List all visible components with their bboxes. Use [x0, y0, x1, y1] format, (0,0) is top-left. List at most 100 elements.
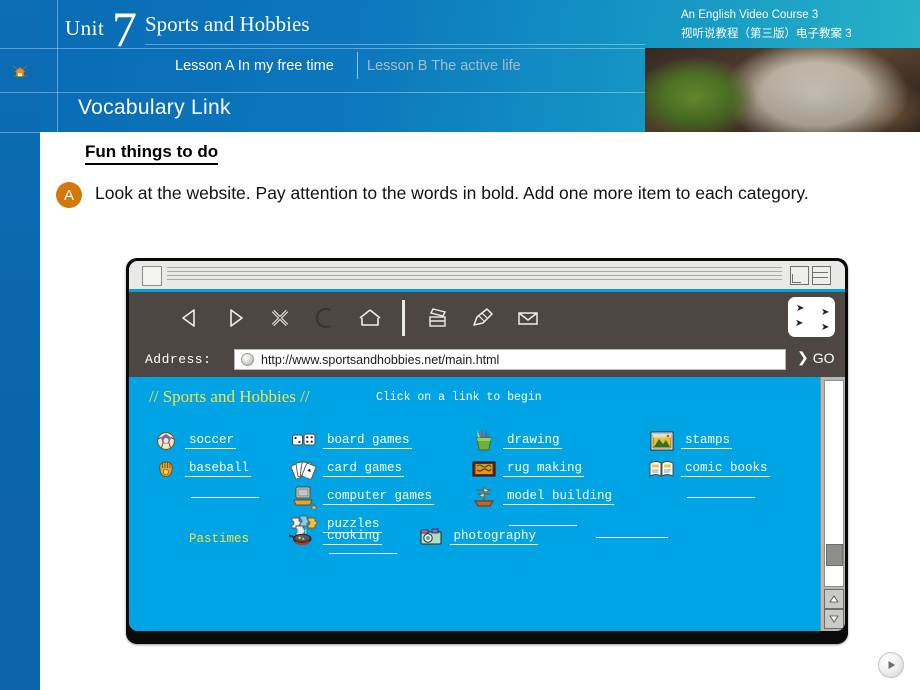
course-title-en: An English Video Course 3: [681, 9, 819, 21]
tab-lesson-a[interactable]: Lesson A In my free time: [175, 58, 334, 74]
dice-icon: [289, 429, 319, 453]
toolbar-separator: [402, 300, 405, 336]
browser-titlebar[interactable]: [129, 261, 845, 289]
model-ship-icon: [469, 485, 499, 509]
pastimes-label: Pastimes: [189, 532, 250, 546]
titlebar-stripes: [167, 267, 782, 283]
camera-icon: [416, 525, 446, 549]
mail-icon[interactable]: [505, 298, 550, 338]
list-item[interactable]: comic books: [647, 455, 822, 483]
home-icon[interactable]: [10, 62, 30, 82]
print-icon[interactable]: [415, 298, 460, 338]
list-item[interactable]: baseball: [151, 455, 296, 483]
answer-blank[interactable]: [329, 552, 397, 554]
go-label: GO: [812, 349, 835, 366]
tab-lesson-b[interactable]: Lesson B The active life: [367, 58, 521, 74]
page-scrollbar[interactable]: [820, 377, 845, 631]
list-item[interactable]: model building: [469, 483, 649, 511]
unit-number: 7: [112, 1, 137, 57]
colored-pencils-icon: [469, 429, 499, 453]
link-column-sports: soccer baseball: [151, 427, 296, 511]
link-label[interactable]: cooking: [323, 529, 382, 545]
link-label[interactable]: stamps: [681, 433, 733, 449]
toolbar-icon-group: [167, 298, 550, 338]
list-item[interactable]: stamps: [647, 427, 822, 455]
reload-icon[interactable]: [302, 298, 347, 338]
unit-word: Unit: [65, 16, 105, 40]
frying-pan-icon: [289, 525, 319, 549]
minimize-icon[interactable]: [790, 266, 809, 285]
back-icon[interactable]: [167, 298, 212, 338]
resize-pad[interactable]: ➤ ➤ ➤ ➤: [788, 297, 835, 337]
link-label[interactable]: computer games: [323, 489, 435, 505]
scrollbar-thumb[interactable]: [826, 544, 843, 566]
left-rail: [0, 0, 40, 690]
address-input[interactable]: http://www.sportsandhobbies.net/main.htm…: [234, 349, 786, 370]
list-item[interactable]: drawing: [469, 427, 649, 455]
maximize-icon[interactable]: [812, 266, 831, 285]
home-icon[interactable]: [347, 298, 392, 338]
site-hint: Click on a link to begin: [376, 391, 542, 404]
scroll-up-icon[interactable]: [824, 589, 844, 609]
go-button[interactable]: ❯ GO: [797, 349, 835, 366]
link-column-crafts: drawing rug making model building: [469, 427, 649, 539]
link-label[interactable]: baseball: [185, 461, 252, 477]
answer-blank[interactable]: [596, 536, 669, 538]
task-badge: A: [56, 182, 82, 208]
bottom-link-row: cooking photography: [289, 525, 669, 549]
instruction-text: Look at the website. Pay attention to th…: [95, 183, 809, 203]
answer-blank[interactable]: [191, 496, 259, 498]
play-icon[interactable]: [878, 652, 904, 678]
rail-divider: [0, 132, 40, 133]
header-divider: [57, 0, 58, 132]
browser-window: ➤ ➤ ➤ ➤ Address: http://www.sportsandhob…: [126, 258, 848, 644]
link-label[interactable]: comic books: [681, 461, 770, 477]
browser-inner: ➤ ➤ ➤ ➤ Address: http://www.sportsandhob…: [129, 261, 845, 631]
link-label[interactable]: soccer: [185, 433, 237, 449]
blank-line-row[interactable]: [647, 483, 822, 511]
link-label[interactable]: model building: [503, 489, 615, 505]
globe-icon: [241, 353, 254, 366]
rug-icon: [469, 457, 499, 481]
forward-icon[interactable]: [212, 298, 257, 338]
edit-icon[interactable]: [460, 298, 505, 338]
browser-addressbar: Address: http://www.sportsandhobbies.net…: [129, 346, 845, 377]
playing-cards-icon: [289, 457, 319, 481]
address-label: Address:: [145, 352, 212, 367]
browser-toolbar: [129, 292, 845, 346]
unit-title: Sports and Hobbies: [145, 12, 310, 36]
link-label[interactable]: rug making: [503, 461, 585, 477]
section-title: Vocabulary Link: [78, 96, 231, 119]
list-item[interactable]: computer games: [289, 483, 469, 511]
window-close-box[interactable]: [142, 266, 162, 286]
header-divider: [145, 44, 645, 45]
link-column-collecting: stamps comic books: [647, 427, 822, 511]
header-divider: [40, 92, 645, 93]
tab-divider: [357, 52, 358, 79]
soccer-ball-icon: [151, 429, 181, 453]
header-photo: [645, 48, 920, 132]
baseball-glove-icon: [151, 457, 181, 481]
page-viewport: // Sports and Hobbies // Click on a link…: [129, 377, 845, 631]
slide-header: Unit 7 Sports and Hobbies Lesson A In my…: [40, 0, 920, 132]
rail-divider: [0, 92, 40, 93]
link-label[interactable]: card games: [323, 461, 405, 477]
page-title: Fun things to do: [85, 142, 219, 165]
address-value: http://www.sportsandhobbies.net/main.htm…: [261, 352, 500, 367]
rail-divider: [0, 48, 40, 49]
postage-stamp-icon: [647, 429, 677, 453]
list-item[interactable]: card games: [289, 455, 469, 483]
stop-icon[interactable]: [257, 298, 302, 338]
list-item[interactable]: rug making: [469, 455, 649, 483]
computer-icon: [289, 485, 319, 509]
list-item[interactable]: soccer: [151, 427, 296, 455]
site-title: // Sports and Hobbies //: [149, 387, 310, 406]
answer-blank[interactable]: [687, 496, 755, 498]
blank-line-row[interactable]: [151, 483, 296, 511]
link-label[interactable]: drawing: [503, 433, 562, 449]
list-item[interactable]: board games: [289, 427, 469, 455]
link-label[interactable]: photography: [449, 529, 539, 545]
link-label[interactable]: board games: [323, 433, 412, 449]
scroll-down-icon[interactable]: [824, 609, 844, 629]
slide-root: Unit 7 Sports and Hobbies Lesson A In my…: [0, 0, 920, 690]
